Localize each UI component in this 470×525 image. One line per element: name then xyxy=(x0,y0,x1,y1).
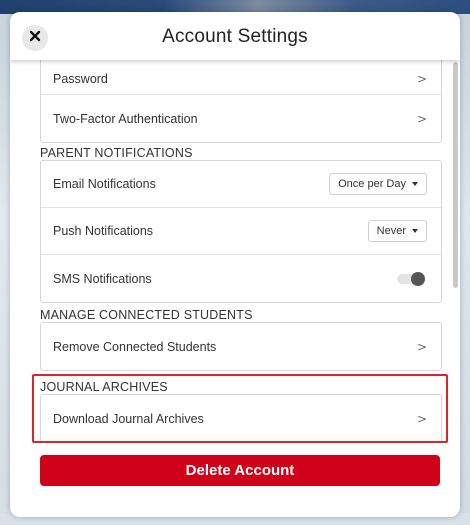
delete-account-button[interactable]: Delete Account xyxy=(40,455,440,486)
section-header-parent-notifications: PARENT NOTIFICATIONS xyxy=(40,146,193,160)
account-settings-modal: Password > Two-Factor Authentication > P… xyxy=(10,12,460,517)
caret-down-icon xyxy=(412,229,418,233)
remove-students-row[interactable]: Remove Connected Students > xyxy=(41,323,441,370)
modal-title: Account Settings xyxy=(162,26,308,47)
email-notifications-label: Email Notifications xyxy=(53,177,156,191)
sms-notifications-label: SMS Notifications xyxy=(53,271,152,286)
scrollbar[interactable] xyxy=(453,62,458,288)
chevron-right-icon: > xyxy=(416,339,427,354)
remove-students-label: Remove Connected Students xyxy=(53,339,217,354)
journal-archives-highlight xyxy=(32,374,448,443)
section-header-manage-students: MANAGE CONNECTED STUDENTS xyxy=(40,308,253,322)
sms-notifications-row: SMS Notifications xyxy=(41,255,441,302)
push-notifications-label: Push Notifications xyxy=(53,224,154,238)
modal-header: Account Settings xyxy=(10,12,460,60)
push-notifications-row: Push Notifications Never xyxy=(41,208,441,255)
settings-scroll-area[interactable]: Password > Two-Factor Authentication > P… xyxy=(10,12,460,517)
chevron-right-icon: > xyxy=(416,111,427,126)
parent-notifications-group: Email Notifications Once per Day Push No… xyxy=(40,160,442,303)
email-notifications-value: Once per Day xyxy=(338,178,406,190)
email-notifications-dropdown[interactable]: Once per Day xyxy=(329,173,427,195)
toggle-knob xyxy=(411,271,425,286)
manage-students-group: Remove Connected Students > xyxy=(40,322,442,371)
push-notifications-value: Never xyxy=(376,225,406,237)
two-factor-row[interactable]: Two-Factor Authentication > xyxy=(41,95,441,142)
caret-down-icon xyxy=(412,182,418,186)
push-notifications-dropdown[interactable]: Never xyxy=(367,220,427,242)
sms-notifications-toggle[interactable] xyxy=(397,271,425,286)
two-factor-label: Two-Factor Authentication xyxy=(53,111,198,126)
email-notifications-row: Email Notifications Once per Day xyxy=(41,161,441,208)
